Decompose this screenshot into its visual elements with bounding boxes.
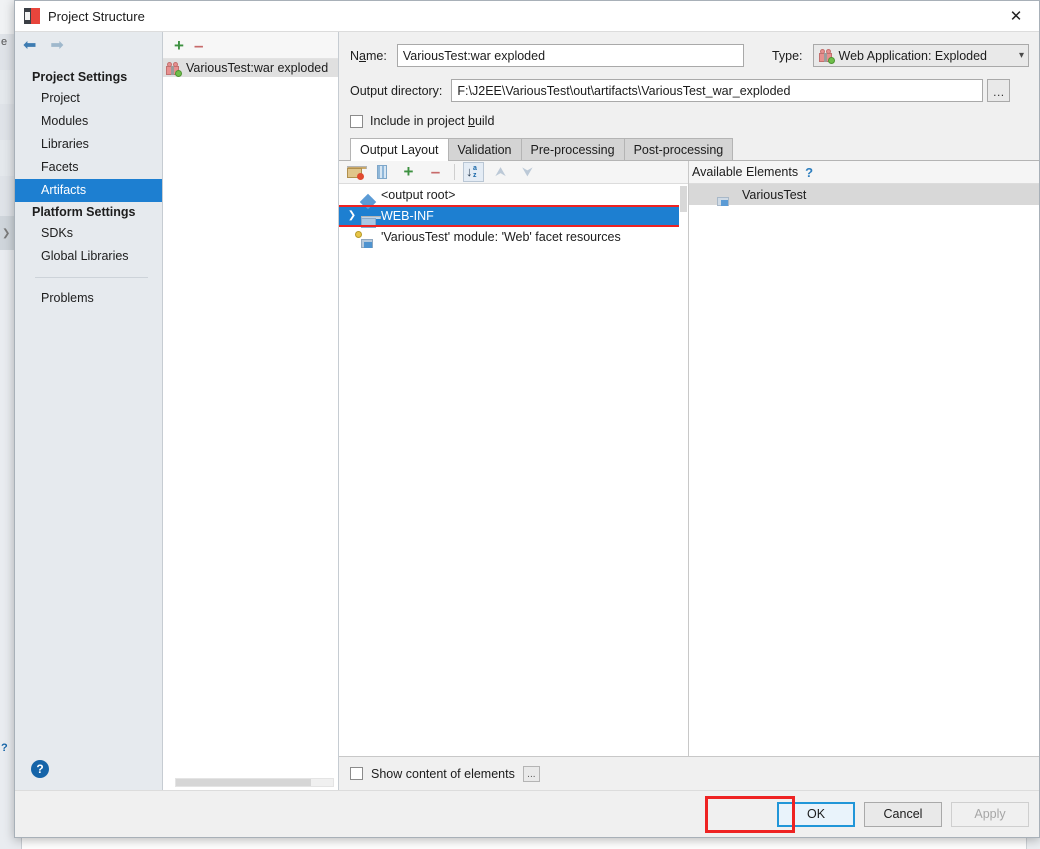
browse-output-directory-button[interactable]: ...	[987, 79, 1010, 102]
help-icon[interactable]: ?	[31, 760, 49, 778]
remove-element-icon[interactable]: –	[425, 162, 446, 182]
output-layout-panes: + – ↓az ⮝ ⮟	[339, 160, 1039, 756]
dialog-title-bar: Project Structure ✕	[15, 1, 1039, 32]
include-in-build-label: Include in project build	[370, 114, 494, 128]
move-down-icon[interactable]: ⮟	[517, 162, 538, 182]
sidebar-item-project[interactable]: Project	[15, 87, 162, 110]
available-element-label: VariousTest	[742, 188, 806, 202]
sidebar-item-artifacts[interactable]: Artifacts	[15, 179, 162, 202]
ok-button[interactable]: OK	[777, 802, 855, 827]
artifacts-hscroll-thumb[interactable]	[176, 779, 311, 786]
sidebar-item-problems[interactable]: Problems	[15, 287, 162, 310]
settings-sidebar: ⬅ ➡ Project Settings Project Modules Lib…	[15, 32, 163, 790]
chevron-down-icon: ▾	[1019, 50, 1024, 61]
include-in-build-checkbox[interactable]	[350, 115, 363, 128]
tree-row-label: <output root>	[381, 188, 455, 202]
tree-row[interactable]: ❯ WEB-INF	[339, 205, 688, 226]
sidebar-group-project-settings: Project Settings	[15, 67, 162, 87]
output-tree-vscroll-thumb[interactable]	[680, 186, 687, 212]
sidebar-help-area: ?	[15, 748, 162, 790]
name-label: Name:	[350, 49, 387, 63]
intellij-idea-icon	[24, 8, 40, 24]
artifact-gift-icon	[819, 49, 833, 62]
help-icon[interactable]: ?	[805, 165, 813, 180]
artifacts-list-panel: + – VariousTest:war exploded	[163, 32, 339, 790]
dialog-body: ⬅ ➡ Project Settings Project Modules Lib…	[15, 32, 1039, 790]
dialog-footer: OK Cancel Apply	[15, 790, 1039, 837]
close-icon[interactable]: ✕	[993, 1, 1039, 32]
project-structure-dialog: Project Structure ✕ ⬅ ➡ Project Settings…	[14, 0, 1040, 838]
artifact-list-item[interactable]: VariousTest:war exploded	[163, 59, 338, 77]
include-in-build-row[interactable]: Include in project build	[350, 114, 1029, 128]
tree-row-label: 'VariousTest' module: 'Web' facet resour…	[381, 230, 621, 244]
show-content-of-elements-checkbox[interactable]	[350, 767, 363, 780]
background-chevron-icon: ❯	[2, 228, 10, 239]
sidebar-item-facets[interactable]: Facets	[15, 156, 162, 179]
tab-validation[interactable]: Validation	[448, 138, 522, 160]
artifacts-toolbar: + –	[163, 32, 338, 59]
add-copy-icon[interactable]: +	[398, 162, 419, 182]
artifact-type-select[interactable]: Web Application: Exploded ▾	[813, 44, 1029, 67]
sidebar-item-global-libraries[interactable]: Global Libraries	[15, 245, 162, 268]
artifact-tabs: Output Layout Validation Pre-processing …	[339, 137, 1039, 160]
add-archive-icon[interactable]	[371, 162, 392, 182]
tree-row[interactable]: 'VariousTest' module: 'Web' facet resour…	[339, 226, 688, 247]
add-directory-icon[interactable]	[344, 162, 365, 182]
artifact-form: Name: Type: Web Application: Exploded ▾ …	[339, 32, 1039, 137]
remove-artifact-icon[interactable]: –	[194, 37, 203, 54]
arrow-left-icon[interactable]: ⬅	[23, 38, 36, 54]
sidebar-spacer	[15, 310, 162, 748]
dialog-title: Project Structure	[48, 9, 145, 24]
cancel-button[interactable]: Cancel	[864, 802, 942, 827]
output-directory-row: Output directory: ...	[350, 79, 1029, 102]
move-up-icon[interactable]: ⮝	[490, 162, 511, 182]
output-directory-input[interactable]	[451, 79, 983, 102]
sidebar-group-platform-settings: Platform Settings	[15, 202, 162, 222]
output-directory-label: Output directory:	[350, 84, 442, 98]
tree-expand-twisty[interactable]: ❯	[343, 210, 361, 221]
name-and-type-row: Name: Type: Web Application: Exploded ▾	[350, 44, 1029, 67]
add-artifact-icon[interactable]: +	[174, 37, 184, 54]
type-label: Type:	[772, 49, 803, 63]
show-content-of-elements-label: Show content of elements	[371, 767, 515, 781]
sidebar-divider	[35, 277, 148, 278]
available-elements-pane: Available Elements ? VariousTest	[689, 161, 1039, 756]
tab-post-processing[interactable]: Post-processing	[624, 138, 734, 160]
tree-row-label: WEB-INF	[381, 209, 434, 223]
artifacts-list-empty-area	[163, 77, 338, 776]
toolbar-divider	[454, 164, 455, 180]
arrow-right-icon[interactable]: ➡	[50, 38, 63, 54]
artifacts-hscrollbar[interactable]	[163, 776, 338, 790]
chevron-right-icon: ❯	[348, 210, 356, 221]
output-tree-vscrollbar[interactable]	[679, 184, 688, 756]
sort-alphabetically-icon[interactable]: ↓az	[463, 162, 484, 182]
tab-pre-processing[interactable]: Pre-processing	[521, 138, 625, 160]
artifacts-hscroll-track[interactable]	[175, 778, 334, 787]
artifact-editor-pane: Name: Type: Web Application: Exploded ▾ …	[339, 32, 1039, 790]
background-text-left-fragment: e	[1, 36, 7, 48]
sidebar-item-modules[interactable]: Modules	[15, 110, 162, 133]
artifact-type-value: Web Application: Exploded	[839, 49, 1013, 63]
sidebar-item-libraries[interactable]: Libraries	[15, 133, 162, 156]
artifact-name-input[interactable]	[397, 44, 744, 67]
output-layout-bottom-bar: Show content of elements ...	[339, 756, 1039, 790]
sidebar-item-sdks[interactable]: SDKs	[15, 222, 162, 245]
output-layout-pane: + – ↓az ⮝ ⮟	[339, 161, 689, 756]
available-elements-header: Available Elements ?	[689, 161, 1039, 184]
available-element-item[interactable]: VariousTest	[689, 184, 1039, 205]
sidebar-list: Project Settings Project Modules Librari…	[15, 60, 162, 310]
tree-row[interactable]: <output root>	[339, 184, 688, 205]
output-layout-tree[interactable]: <output root> ❯ WEB-INF	[339, 184, 688, 756]
artifact-list-item-label: VariousTest:war exploded	[186, 61, 328, 75]
available-elements-title: Available Elements	[692, 165, 798, 179]
tab-output-layout[interactable]: Output Layout	[350, 138, 449, 161]
artifact-gift-icon	[166, 62, 180, 75]
sidebar-nav-bar: ⬅ ➡	[15, 32, 162, 60]
background-help-icon: ?	[1, 742, 8, 754]
apply-button[interactable]: Apply	[951, 802, 1029, 827]
configure-content-button[interactable]: ...	[523, 766, 540, 782]
output-layout-toolbar: + – ↓az ⮝ ⮟	[339, 161, 688, 184]
